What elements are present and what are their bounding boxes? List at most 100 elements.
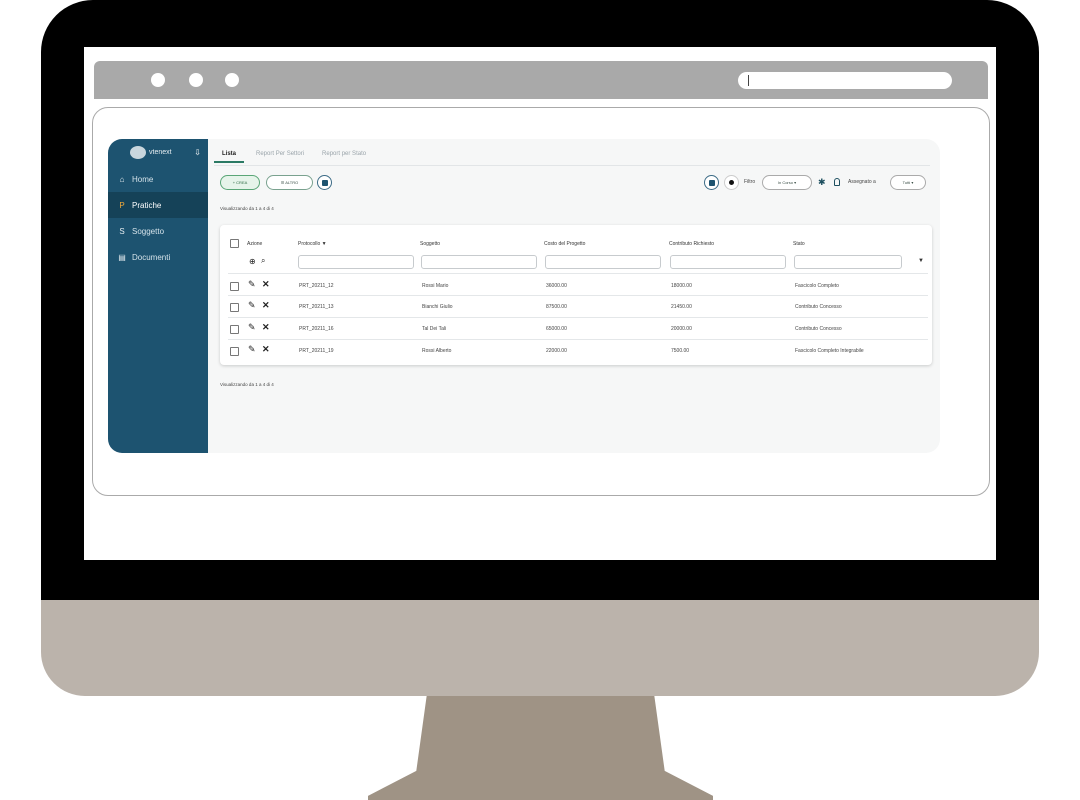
filter-select[interactable]: In Corso ▾ [762,175,812,190]
sidebar-item-documenti[interactable]: ▤ Documenti [108,244,208,270]
tab-report-stato[interactable]: Report per Stato [322,139,366,163]
sidebar-item-label: Pratiche [132,200,162,210]
filter-soggetto-input[interactable] [421,255,537,269]
sidebar-item-label: Soggetto [132,226,165,236]
header-contributo[interactable]: Contributo Richiesto [669,241,714,247]
filter-stato-input[interactable] [794,255,902,269]
row-divider [228,273,928,274]
pagination-info-top: Visualizzando da 1 a 4 di 4 [220,206,274,211]
cell-stato: Contributo Concesso [795,326,842,332]
row-divider [228,317,928,318]
cell-costo: 22000.00 [546,348,567,354]
row-checkbox[interactable] [230,347,239,356]
list-view-button[interactable] [704,175,719,190]
delete-icon[interactable]: ✕ [262,300,270,310]
cell-costo: 36000.00 [546,283,567,289]
brand: vtenext ⇩ [108,139,208,166]
filter-contributo-input[interactable] [670,255,786,269]
window-dot-close[interactable] [151,73,165,87]
records-table: Azione Protocollo ▼ Soggetto Costo del P… [220,225,932,365]
monitor-screen: vtenext ⇩ ⌂ Home P Pratiche S Soggetto ▤… [84,47,996,560]
filter-costo-input[interactable] [545,255,661,269]
sidebar-item-label: Home [132,174,154,184]
add-filter-icon[interactable]: ⊕ [249,257,256,267]
window-dot-minimize[interactable] [189,73,203,87]
cell-stato: Contributo Concesso [795,304,842,310]
edit-icon[interactable]: ✎ [248,279,256,289]
sidebar-item-soggetto[interactable]: S Soggetto [108,218,208,244]
delete-icon[interactable]: ✕ [262,279,270,289]
sidebar-item-pratiche[interactable]: P Pratiche [108,192,208,218]
text-caret [748,75,749,86]
pratiche-icon: P [119,200,125,210]
delete-icon[interactable]: ✕ [262,344,270,354]
sidebar-item-home[interactable]: ⌂ Home [108,166,208,192]
cell-soggetto: Bianchi Giulio [422,304,453,310]
edit-icon[interactable]: ✎ [248,322,256,332]
document-icon: ▤ [118,252,126,262]
header-costo[interactable]: Costo del Progetto [544,241,585,247]
filter-label: Filtro [744,179,756,185]
gear-icon[interactable]: ✱ [818,177,826,187]
edit-icon[interactable]: ✎ [248,344,256,354]
tab-bar: Lista Report Per Settori Report per Stat… [214,139,384,163]
cell-soggetto: Rossi Alberto [422,348,452,354]
home-icon: ⌂ [119,174,125,184]
create-button[interactable]: + CREA [220,175,260,190]
assigned-select[interactable]: Tutti ▾ [890,175,926,190]
cell-contributo: 7500.00 [671,348,690,354]
address-bar[interactable] [738,72,952,89]
sidebar: vtenext ⇩ ⌂ Home P Pratiche S Soggetto ▤… [108,139,208,453]
tab-divider [214,165,930,166]
brand-name: vtenext [149,149,172,156]
app-window: vtenext ⇩ ⌂ Home P Pratiche S Soggetto ▤… [108,139,940,453]
pagination-info-bottom: Visualizzando da 1 a 4 di 4 [220,382,274,387]
list-view-icon [708,179,715,186]
cell-soggetto: Tal Dei Tali [422,326,447,332]
browser-chrome [94,61,988,99]
cell-stato: Fascicolo Completo [795,283,839,289]
row-checkbox[interactable] [230,325,239,334]
bell-icon[interactable] [834,178,840,186]
tab-lista[interactable]: Lista [214,139,245,163]
tab-report-settori[interactable]: Report Per Settori [256,139,304,163]
delete-icon[interactable]: ✕ [262,322,270,332]
cell-contributo: 18000.00 [671,283,692,289]
row-divider [228,295,928,296]
cell-protocollo[interactable]: PRT_20211_16 [299,326,334,332]
brand-logo-icon [130,146,146,159]
cell-protocollo[interactable]: PRT_20211_19 [299,348,334,354]
search-icon[interactable]: ⌕ [261,256,265,266]
soggetto-icon: S [119,226,125,236]
chevron-down-icon[interactable]: ▼ [918,258,924,264]
row-checkbox[interactable] [230,303,239,312]
list-settings-icon [321,179,328,186]
header-protocollo[interactable]: Protocollo ▼ [298,241,327,247]
monitor-chin [41,600,1039,696]
header-azione: Azione [247,241,263,247]
select-all-checkbox[interactable] [230,239,239,248]
assigned-label: Assegnato a [848,179,876,185]
cell-protocollo[interactable]: PRT_20211_12 [299,283,334,289]
cell-costo: 87500.00 [546,304,567,310]
pin-icon[interactable]: ⇩ [194,148,201,157]
row-checkbox[interactable] [230,282,239,291]
edit-icon[interactable]: ✎ [248,300,256,310]
monitor-stand [368,696,713,800]
window-dot-maximize[interactable] [225,73,239,87]
main-content: Lista Report Per Settori Report per Stat… [208,139,940,453]
list-settings-button[interactable] [317,175,332,190]
cell-costo: 65000.00 [546,326,567,332]
header-stato[interactable]: Stato [793,241,805,247]
cell-contributo: 20000.00 [671,326,692,332]
kanban-view-button[interactable] [724,175,739,190]
sidebar-item-label: Documenti [132,252,171,262]
header-soggetto[interactable]: Soggetto [420,241,440,247]
row-divider [228,339,928,340]
toolbar: + CREA ☰ ALTRO Filtro In Corso ▾ ✱ Asseg… [220,175,930,191]
other-button[interactable]: ☰ ALTRO [266,175,313,190]
cell-protocollo[interactable]: PRT_20211_13 [299,304,334,310]
filter-protocollo-input[interactable] [298,255,414,269]
kanban-view-icon [729,180,734,185]
cell-soggetto: Rossi Mario [422,283,449,289]
